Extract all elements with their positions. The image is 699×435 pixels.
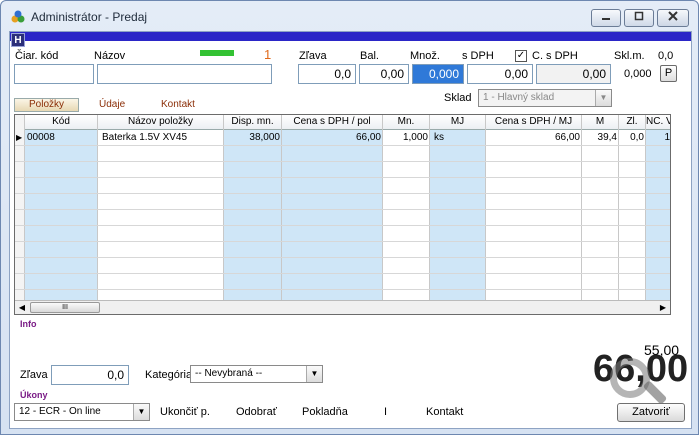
cell-code: 00008	[27, 132, 55, 143]
table-row[interactable]	[15, 162, 670, 178]
discount-input[interactable]: 0,0	[298, 64, 356, 84]
current-row-icon: ▶	[16, 133, 23, 142]
status-bar-indicator	[200, 50, 234, 56]
category-value: -- Nevybraná --	[195, 368, 263, 379]
end-action-link[interactable]: Ukončiť p.	[160, 406, 210, 418]
pack-input[interactable]: 0,00	[359, 64, 409, 84]
header-qty[interactable]: Mn.	[383, 115, 429, 130]
warehouse-select[interactable]: 1 - Hlavný sklad ▼	[478, 89, 612, 107]
remove-action-link[interactable]: Odobrať	[236, 406, 277, 418]
client-area: H Čiar. kód Názov 1 Zľava Bal. Množ. s D…	[9, 31, 692, 429]
info-label: Info	[20, 319, 37, 329]
table-row[interactable]	[15, 210, 670, 226]
header-code[interactable]: Kód	[25, 115, 97, 130]
footer-discount-label: Zľava	[20, 369, 48, 381]
cell-qty: 1,000	[402, 132, 428, 143]
minimize-button[interactable]	[591, 9, 621, 27]
header-band	[10, 32, 691, 41]
minimize-icon	[602, 18, 610, 20]
main-window: Administrátor - Predaj H Čiar. kód Názov…	[0, 0, 699, 435]
cell-name: Baterka 1.5V XV45	[102, 132, 188, 143]
header-available[interactable]: Disp. mn.	[224, 115, 281, 130]
close-button[interactable]: Zatvoriť	[617, 403, 685, 422]
tab-data[interactable]: Údaje	[99, 99, 125, 110]
scroll-right-icon[interactable]: ▶	[656, 301, 670, 314]
total-vat-label: C. s DPH	[532, 50, 578, 62]
barcode-input[interactable]	[14, 64, 94, 84]
footer-discount-input[interactable]: 0,0	[51, 365, 129, 385]
table-row[interactable]	[15, 242, 670, 258]
maximize-icon	[634, 11, 644, 21]
table-row[interactable]	[15, 274, 670, 290]
window-title: Administrátor - Predaj	[31, 10, 148, 24]
stock-label: Skl.m.	[614, 50, 645, 62]
total-vat-input[interactable]: 0,00	[536, 64, 611, 84]
header-name[interactable]: Názov položky	[98, 115, 223, 130]
count-indicator: 1	[264, 47, 272, 62]
name-label: Názov	[94, 50, 126, 62]
table-row[interactable]: ▶ 00008 Baterka 1.5V XV45 38,000 66,00 1…	[15, 130, 670, 146]
barcode-label: Čiar. kód	[15, 50, 59, 62]
header-m[interactable]: M	[582, 115, 618, 130]
chevron-down-icon: ▼	[595, 90, 611, 106]
warehouse-value: 1 - Hlavný sklad	[483, 92, 555, 103]
chevron-down-icon: ▼	[133, 404, 149, 420]
header-discount[interactable]: Zl.	[619, 115, 645, 130]
app-logo-icon	[11, 10, 25, 23]
cell-discount: 0,0	[630, 132, 644, 143]
cell-price-per-unit: 66,00	[554, 132, 580, 143]
table-row[interactable]	[15, 226, 670, 242]
title-bar[interactable]: Administrátor - Predaj	[1, 1, 698, 31]
horizontal-scrollbar[interactable]: ◀ III ▶	[15, 300, 670, 314]
cell-nc: 1	[664, 132, 670, 143]
maximize-button[interactable]	[624, 9, 654, 27]
close-icon	[668, 11, 678, 21]
total-vat-checkbox[interactable]: ✓	[515, 50, 527, 62]
table-row[interactable]	[15, 178, 670, 194]
header-nc[interactable]: NC. V	[646, 115, 670, 130]
magnifier-icon[interactable]	[610, 358, 650, 398]
actions-label: Úkony	[20, 390, 48, 400]
cell-available: 38,000	[249, 132, 280, 143]
header-price-per-unit[interactable]: Cena s DPH / MJ	[486, 115, 581, 130]
category-label: Kategória	[145, 369, 193, 381]
chevron-down-icon: ▼	[306, 366, 322, 382]
qty-input[interactable]: 0,000	[412, 64, 464, 84]
table-row[interactable]	[15, 258, 670, 274]
header-unit[interactable]: MJ	[430, 115, 485, 130]
pack-label: Bal.	[360, 50, 379, 62]
register-value: 12 - ECR - On line	[19, 406, 101, 417]
items-grid[interactable]: Kód Názov položky Disp. mn. Cena s DPH /…	[14, 114, 671, 315]
scroll-left-icon[interactable]: ◀	[15, 301, 29, 314]
tab-items[interactable]: Položky	[14, 98, 79, 112]
cell-m: 39,4	[597, 132, 617, 143]
table-row[interactable]	[15, 146, 670, 162]
cashbox-action-link[interactable]: Pokladňa	[302, 406, 348, 418]
category-select[interactable]: -- Nevybraná -- ▼	[190, 365, 323, 383]
stock-value: 0,000	[624, 68, 652, 80]
action-separator: I	[384, 406, 388, 418]
scroll-thumb[interactable]: III	[30, 302, 100, 313]
p-button[interactable]: P	[660, 65, 677, 82]
stock-value-top: 0,0	[658, 50, 674, 62]
qty-label: Množ.	[410, 50, 440, 62]
with-vat-input[interactable]: 0,00	[467, 64, 533, 84]
table-row[interactable]	[15, 194, 670, 210]
with-vat-label: s DPH	[462, 50, 494, 62]
header-price-per-item[interactable]: Cena s DPH / pol	[282, 115, 382, 130]
cell-price-per-item: 66,00	[355, 132, 381, 143]
warehouse-label: Sklad	[444, 92, 472, 104]
header-badge[interactable]: H	[11, 33, 25, 47]
cell-unit: ks	[434, 132, 444, 143]
tab-contact[interactable]: Kontakt	[161, 99, 195, 110]
name-input[interactable]	[97, 64, 272, 84]
discount-label: Zľava	[299, 50, 327, 62]
contact-action-link[interactable]: Kontakt	[426, 406, 463, 418]
close-window-button[interactable]	[657, 9, 689, 27]
register-select[interactable]: 12 - ECR - On line ▼	[14, 403, 150, 421]
